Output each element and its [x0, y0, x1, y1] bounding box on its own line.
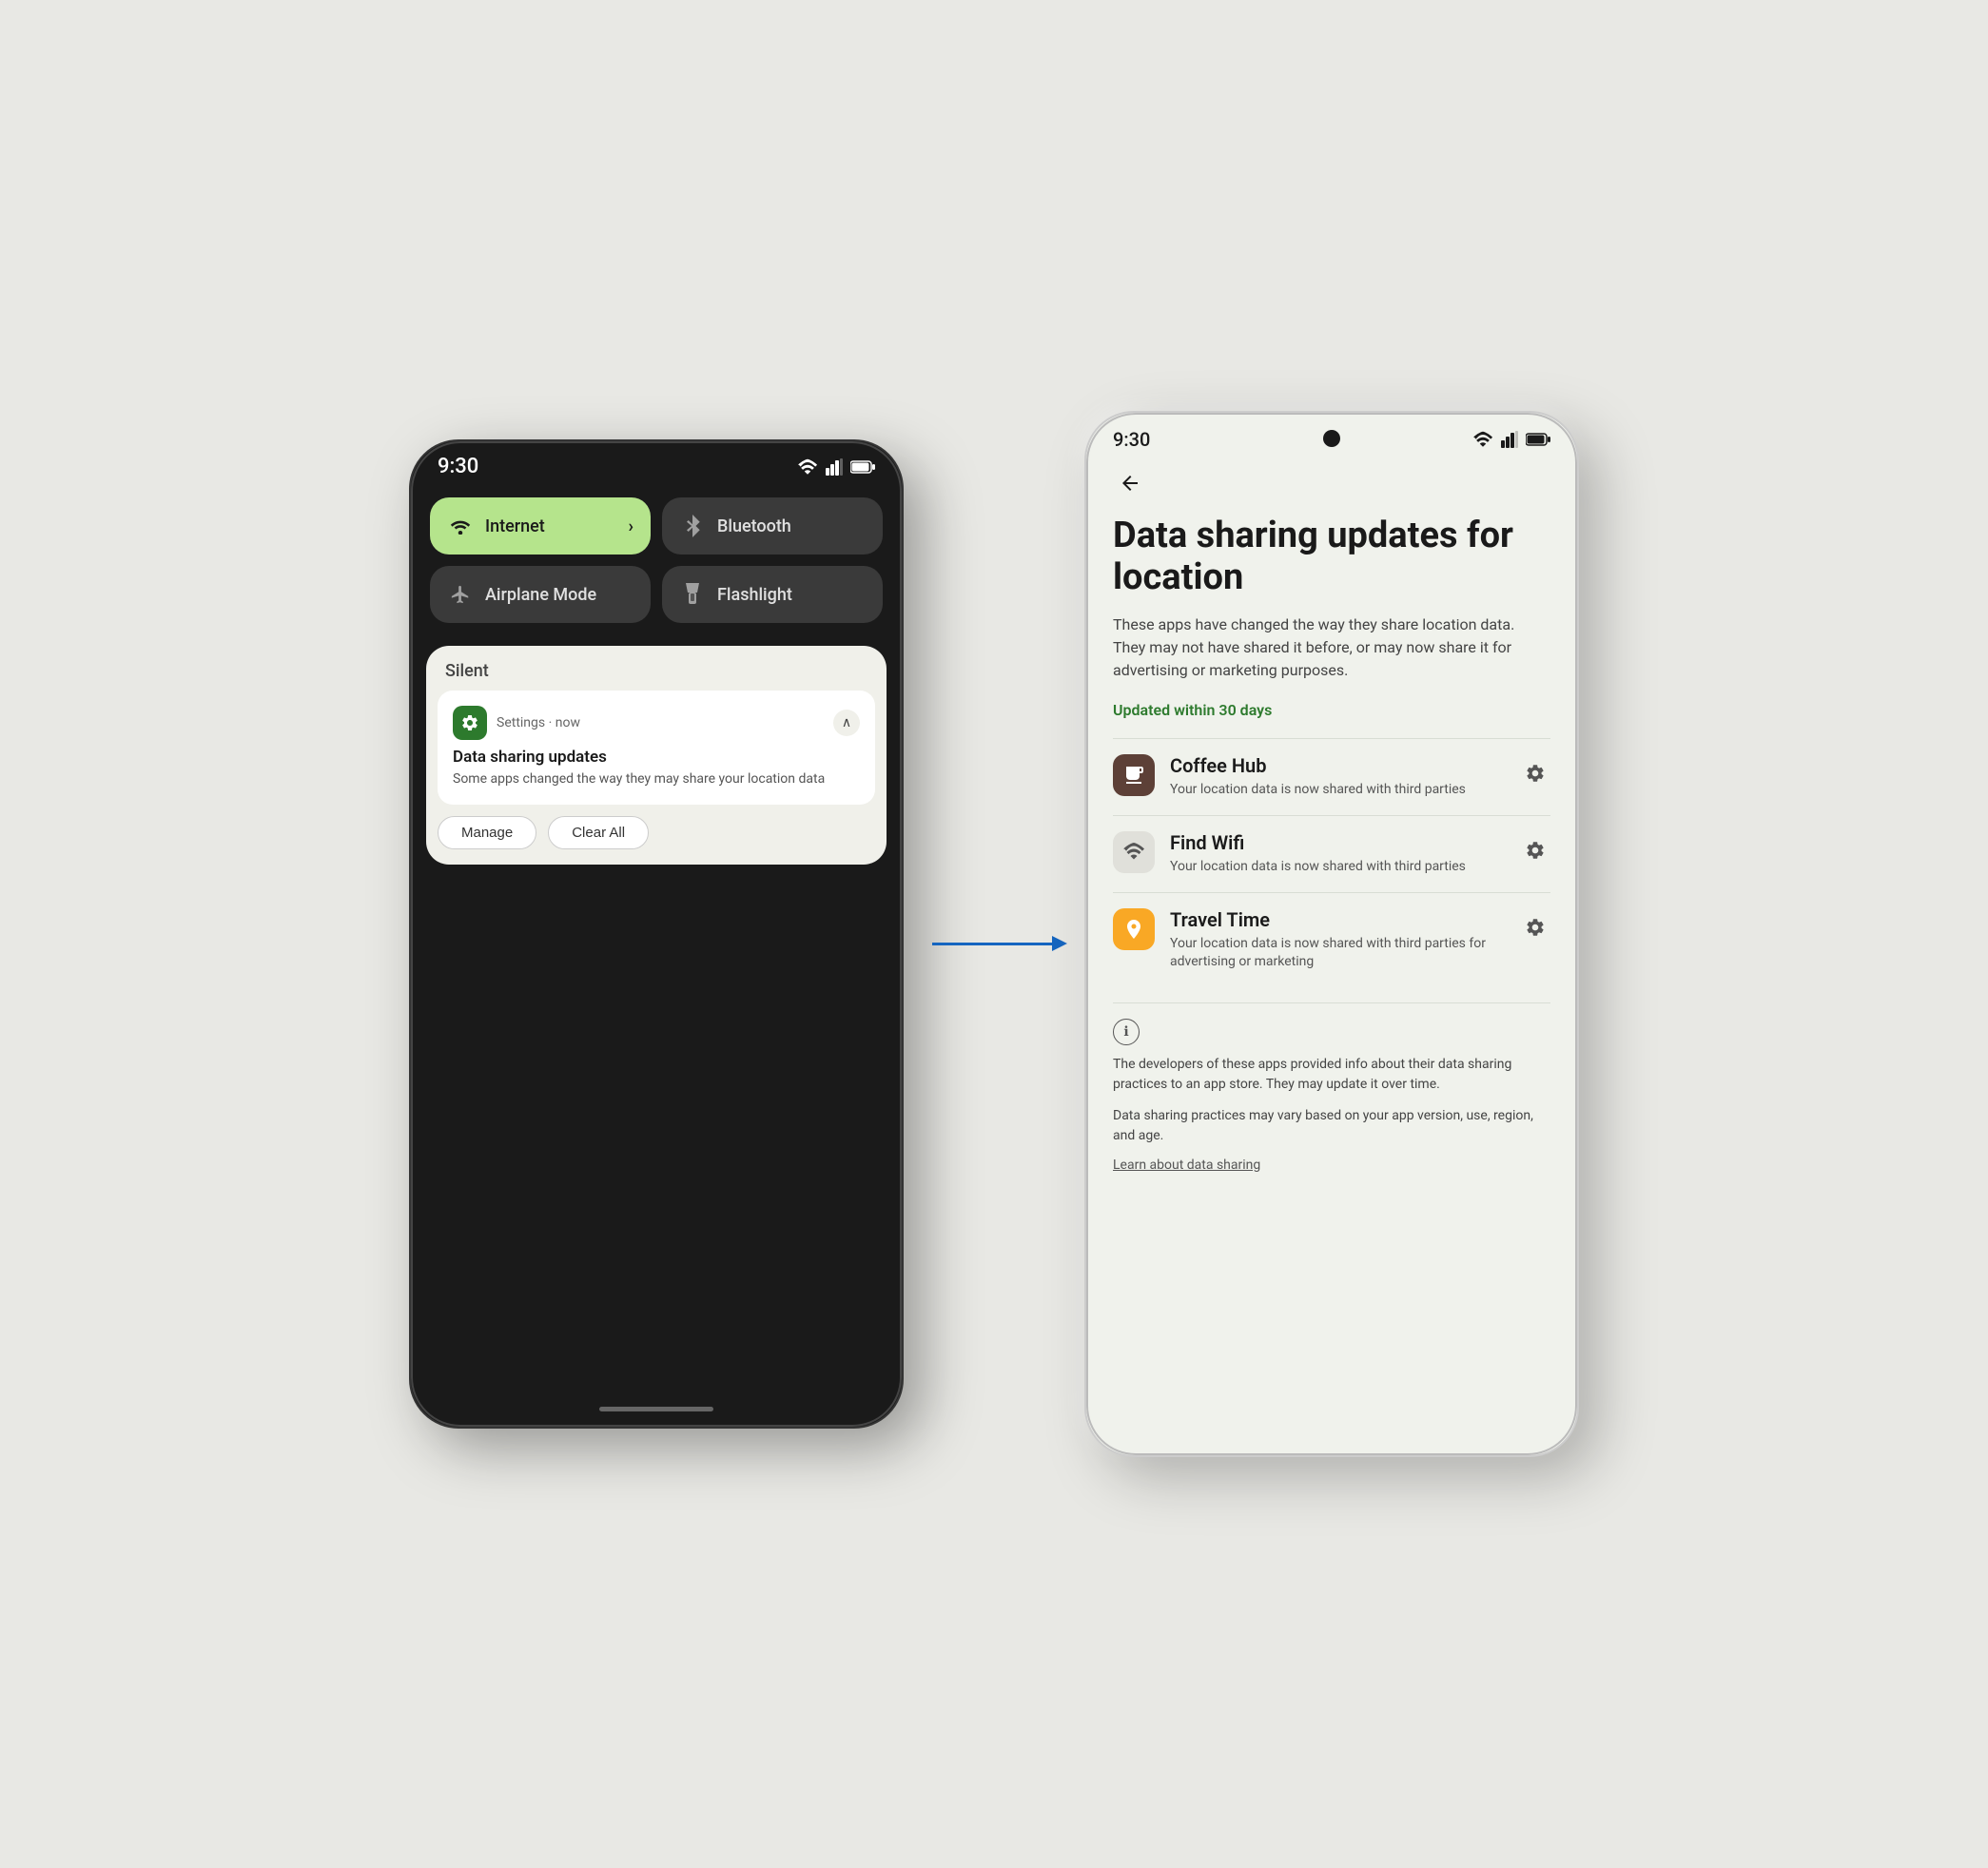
app-item-coffee: Coffee Hub Your location data is now sha…: [1113, 738, 1550, 815]
app-item-wifi: Find Wifi Your location data is now shar…: [1113, 815, 1550, 892]
signal-icon-right: [1501, 431, 1518, 448]
coffee-hub-name: Coffee Hub: [1170, 754, 1505, 777]
camera-notch: [1323, 430, 1340, 447]
find-wifi-icon: [1113, 831, 1155, 873]
travel-time-info: Travel Time Your location data is now sh…: [1170, 908, 1505, 972]
notif-icon: [453, 706, 487, 740]
flashlight-icon: [679, 581, 706, 608]
wifi-icon-right: [1472, 431, 1493, 448]
phone-right: 9:30: [1084, 411, 1579, 1457]
tile-bluetooth-label: Bluetooth: [717, 516, 866, 536]
find-wifi-desc: Your location data is now shared with th…: [1170, 858, 1505, 877]
notif-actions: Manage Clear All: [426, 805, 887, 849]
arrow-line: [932, 943, 1056, 945]
travel-time-settings[interactable]: [1520, 912, 1550, 943]
status-time-right: 9:30: [1113, 428, 1150, 451]
tile-flashlight-label: Flashlight: [717, 585, 866, 605]
page-subtitle: These apps have changed the way they sha…: [1113, 613, 1550, 682]
status-bar-left: 9:30: [411, 441, 902, 486]
updated-label: Updated within 30 days: [1113, 701, 1550, 719]
notification-card[interactable]: Settings · now ∧ Data sharing updates So…: [438, 691, 875, 805]
tile-airplane[interactable]: Airplane Mode: [430, 566, 651, 623]
tile-internet-label: Internet: [485, 516, 617, 536]
notif-source: Settings · now: [497, 715, 824, 730]
notif-body: Some apps changed the way they may share…: [453, 770, 860, 789]
notif-title: Data sharing updates: [453, 748, 860, 767]
back-button[interactable]: [1113, 466, 1147, 500]
app-item-travel: Travel Time Your location data is now sh…: [1113, 892, 1550, 987]
info-icon: ℹ: [1113, 1019, 1140, 1045]
tile-flashlight[interactable]: Flashlight: [662, 566, 883, 623]
clear-all-button[interactable]: Clear All: [548, 816, 649, 849]
status-icons-right: [1472, 431, 1550, 448]
notification-panel: Silent Settings · now ∧ Data sharing upd…: [426, 646, 887, 865]
silent-label: Silent: [426, 646, 887, 691]
travel-time-icon: [1113, 908, 1155, 950]
wifi-tile-icon: [447, 513, 474, 539]
phone-left: 9:30: [409, 439, 904, 1429]
battery-icon-right: [1526, 433, 1550, 446]
info-box: ℹ The developers of these apps provided …: [1113, 1002, 1550, 1188]
coffee-hub-icon: [1113, 754, 1155, 796]
home-bar: [599, 1407, 713, 1411]
page-title: Data sharing updates for location: [1113, 516, 1550, 598]
coffee-hub-info: Coffee Hub Your location data is now sha…: [1170, 754, 1505, 800]
tile-bluetooth[interactable]: Bluetooth: [662, 497, 883, 555]
learn-link[interactable]: Learn about data sharing: [1113, 1158, 1550, 1173]
coffee-hub-settings[interactable]: [1520, 758, 1550, 788]
find-wifi-name: Find Wifi: [1170, 831, 1505, 854]
notif-chevron[interactable]: ∧: [833, 710, 860, 736]
status-icons-left: [797, 458, 875, 476]
navigation-arrow: [932, 943, 1056, 945]
airplane-icon: [447, 581, 474, 608]
manage-button[interactable]: Manage: [438, 816, 536, 849]
tile-internet[interactable]: Internet ›: [430, 497, 651, 555]
find-wifi-settings[interactable]: [1520, 835, 1550, 866]
wifi-icon: [797, 458, 818, 476]
detail-content: Data sharing updates for location These …: [1086, 458, 1577, 1215]
battery-icon: [850, 460, 875, 474]
find-wifi-info: Find Wifi Your location data is now shar…: [1170, 831, 1505, 877]
coffee-hub-desc: Your location data is now shared with th…: [1170, 781, 1505, 800]
quick-settings: Internet › Bluetooth Airpl: [411, 486, 902, 634]
info-text-2: Data sharing practices may vary based on…: [1113, 1106, 1550, 1146]
info-text-1: The developers of these apps provided in…: [1113, 1055, 1550, 1095]
travel-time-name: Travel Time: [1170, 908, 1505, 931]
tile-arrow: ›: [629, 516, 633, 536]
signal-icon: [826, 458, 843, 476]
arrow-head: [1052, 936, 1067, 951]
tile-airplane-label: Airplane Mode: [485, 585, 633, 605]
travel-time-desc: Your location data is now shared with th…: [1170, 935, 1505, 972]
bluetooth-icon: [679, 513, 706, 539]
status-time-left: 9:30: [438, 455, 478, 478]
